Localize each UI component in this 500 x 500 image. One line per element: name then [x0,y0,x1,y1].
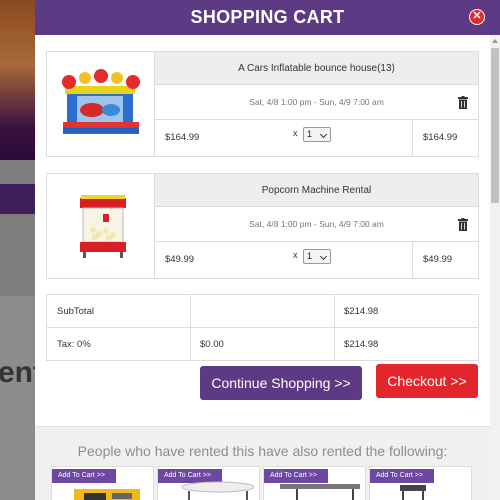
popcorn-machine-image[interactable] [47,174,155,278]
chair-image [400,485,426,500]
item-price: $164.99 [165,132,200,143]
quantity-prefix: x [293,250,298,260]
related-products-section: People who have rented this have also re… [35,426,490,500]
tax-row: Tax: 0% $0.00 $214.98 [47,328,478,361]
close-button[interactable]: ✕ [469,9,485,25]
checkout-button[interactable]: Checkout >> [376,364,478,398]
quantity-select[interactable]: 1 [303,249,331,264]
item-dates: Sat, 4/8 1:00 pm - Sun, 4/9 7:00 am [155,207,478,242]
quantity-select[interactable]: 1 [303,127,331,142]
continue-shopping-button[interactable]: Continue Shopping >> [200,366,362,400]
cart-item: Popcorn Machine Rental Sat, 4/8 1:00 pm … [46,173,479,279]
item-price: $49.99 [165,254,195,265]
item-name: A Cars Inflatable bounce house(13) [155,52,478,85]
modal-title: SHOPPING CART [35,0,500,35]
table-image [181,481,255,500]
item-name: Popcorn Machine Rental [155,174,478,207]
quantity-cell: x 1 [283,242,413,278]
item-total: $49.99 [423,254,453,265]
totals-table: SubTotal $214.98 Tax: 0% $0.00 $214.98 [46,294,479,361]
item-total: $164.99 [423,132,458,143]
shopping-cart-modal: SHOPPING CART ✕ A Cars Inflatable bounce… [35,0,500,500]
scroll-up-arrow-icon[interactable] [492,39,498,43]
related-product-card[interactable]: Add To Cart >> [369,466,472,500]
related-product-card[interactable]: Add To Cart >> [51,466,154,500]
related-product-card[interactable]: Add To Cart >> [263,466,366,500]
related-heading: People who have rented this have also re… [77,443,448,459]
cart-item: A Cars Inflatable bounce house(13) Sat, … [46,51,479,157]
table-image [280,484,360,500]
background-band [0,184,36,214]
generator-image [74,489,140,500]
item-dates: Sat, 4/8 1:00 pm - Sun, 4/9 7:00 am [155,85,478,120]
tax-label: Tax: 0% [57,339,91,350]
quantity-cell: x 1 [283,120,413,156]
quantity-prefix: x [293,128,298,138]
subtotal-row: SubTotal $214.98 [47,295,478,328]
background-section [0,296,36,500]
bounce-house-image[interactable] [47,52,155,156]
item-dates-text: Sat, 4/8 1:00 pm - Sun, 4/9 7:00 am [249,97,384,107]
subtotal-label: SubTotal [57,306,94,317]
close-icon: ✕ [472,10,482,22]
related-product-card[interactable]: Add To Cart >> [157,466,260,500]
trash-icon[interactable] [458,218,468,231]
scrollbar-thumb[interactable] [491,48,499,203]
subtotal-value: $214.98 [344,306,379,317]
trash-icon[interactable] [458,96,468,109]
tax-value: $0.00 [200,339,224,350]
item-dates-text: Sat, 4/8 1:00 pm - Sun, 4/9 7:00 am [249,219,384,229]
grand-total: $214.98 [344,339,379,350]
add-to-cart-button[interactable]: Add To Cart >> [52,469,116,483]
background-hero [0,0,36,160]
